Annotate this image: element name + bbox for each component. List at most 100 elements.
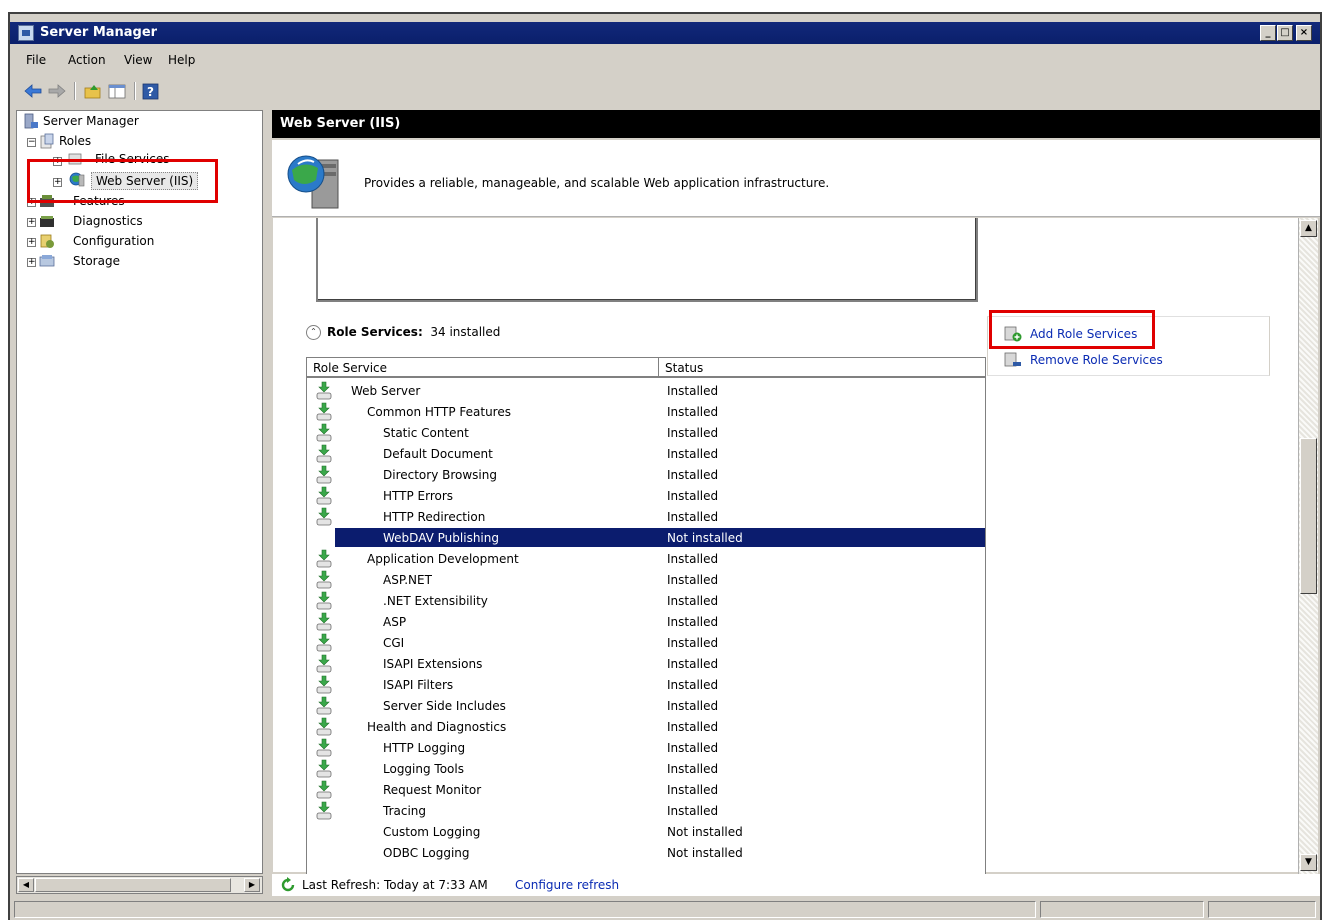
table-row[interactable]: HTTP Logging Installed xyxy=(307,737,985,758)
content-vertical-scrollbar[interactable]: ▲ ▼ xyxy=(1298,218,1318,874)
table-row[interactable]: Common HTTP Features Installed xyxy=(307,401,985,422)
scroll-thumb[interactable] xyxy=(1300,438,1317,594)
collapse-icon[interactable]: − xyxy=(27,138,36,147)
expand-icon[interactable]: + xyxy=(27,258,36,267)
role-service-status: Installed xyxy=(667,447,719,461)
role-service-status: Not installed xyxy=(667,825,743,839)
table-row[interactable]: Server Side Includes Installed xyxy=(307,695,985,716)
table-row[interactable]: Directory Browsing Installed xyxy=(307,464,985,485)
role-service-name: ASP.NET xyxy=(383,573,432,587)
table-row[interactable]: ISAPI Filters Installed xyxy=(307,674,985,695)
tree-item-configuration[interactable]: Configuration xyxy=(73,234,154,248)
up-folder-icon[interactable] xyxy=(82,81,104,101)
remove-role-services-link[interactable]: Remove Role Services xyxy=(1030,353,1163,367)
column-header-role-service[interactable]: Role Service xyxy=(307,358,659,378)
role-service-name: Tracing xyxy=(383,804,427,818)
status-bar xyxy=(10,898,1320,920)
installed-icon xyxy=(316,612,332,631)
scroll-right-icon[interactable]: ▶ xyxy=(244,878,260,892)
toolbar-separator xyxy=(134,82,136,100)
role-service-name: Static Content xyxy=(383,426,469,440)
role-service-name: Directory Browsing xyxy=(383,468,497,482)
role-service-status: Not installed xyxy=(667,531,743,545)
installed-icon xyxy=(316,654,332,673)
role-service-status: Installed xyxy=(667,636,719,650)
configure-refresh-link[interactable]: Configure refresh xyxy=(515,878,619,892)
table-row[interactable]: Web Server Installed xyxy=(307,380,985,401)
table-row[interactable]: Application Development Installed xyxy=(307,548,985,569)
forward-arrow-icon[interactable] xyxy=(46,81,68,101)
back-arrow-icon[interactable] xyxy=(22,81,44,101)
menu-view[interactable]: View xyxy=(124,53,152,67)
role-service-name: Health and Diagnostics xyxy=(367,720,507,734)
role-service-name: Custom Logging xyxy=(383,825,481,839)
table-row[interactable]: Default Document Installed xyxy=(307,443,985,464)
table-row[interactable]: WebDAV Publishing Not installed xyxy=(307,527,985,548)
role-service-status: Installed xyxy=(667,678,719,692)
collapse-section-icon[interactable]: ⌃ xyxy=(306,325,321,340)
content-header: Web Server (IIS) xyxy=(272,110,1320,138)
tree-horizontal-scrollbar[interactable]: ◀ ▶ xyxy=(16,876,263,894)
scroll-up-icon[interactable]: ▲ xyxy=(1300,220,1317,237)
refresh-icon[interactable] xyxy=(280,877,296,893)
tree-item-roles[interactable]: Roles xyxy=(59,134,91,148)
tree-item-server-manager[interactable]: Server Manager xyxy=(43,114,139,128)
installed-icon xyxy=(316,570,332,589)
table-row[interactable]: ODBC Logging Not installed xyxy=(307,842,985,863)
table-row[interactable]: CGI Installed xyxy=(307,632,985,653)
installed-icon xyxy=(316,717,332,736)
role-service-status: Installed xyxy=(667,720,719,734)
title-bar[interactable]: Server Manager _ □ × xyxy=(10,22,1320,44)
navigation-tree: Server Manager − Roles + File Services +… xyxy=(16,110,263,874)
scroll-down-icon[interactable]: ▼ xyxy=(1300,854,1317,871)
role-service-name: HTTP Redirection xyxy=(383,510,486,524)
role-service-name: Application Development xyxy=(367,552,519,566)
table-row[interactable]: ASP.NET Installed xyxy=(307,569,985,590)
role-service-status: Installed xyxy=(667,783,719,797)
role-services-table: Role Service Status Web Server Installed C… xyxy=(306,357,986,874)
svg-text:?: ? xyxy=(147,85,154,99)
menu-file[interactable]: File xyxy=(26,53,46,67)
role-service-status: Installed xyxy=(667,468,719,482)
status-cell xyxy=(1208,901,1316,918)
table-row[interactable]: Health and Diagnostics Installed xyxy=(307,716,985,737)
page-title: Web Server (IIS) xyxy=(280,116,401,131)
installed-icon xyxy=(316,738,332,757)
column-header-status[interactable]: Status xyxy=(659,358,985,378)
role-service-status: Installed xyxy=(667,573,719,587)
events-frame xyxy=(316,218,978,302)
expand-icon[interactable]: + xyxy=(27,218,36,227)
table-row[interactable]: HTTP Errors Installed xyxy=(307,485,985,506)
minimize-button[interactable]: _ xyxy=(1260,25,1276,41)
table-row[interactable]: ISAPI Extensions Installed xyxy=(307,653,985,674)
table-row[interactable]: Custom Logging Not installed xyxy=(307,821,985,842)
menu-action[interactable]: Action xyxy=(68,53,106,67)
tree-item-diagnostics[interactable]: Diagnostics xyxy=(73,214,143,228)
table-row[interactable]: ASP Installed xyxy=(307,611,985,632)
help-icon[interactable]: ? xyxy=(140,81,162,101)
table-row[interactable]: Tracing Installed xyxy=(307,800,985,821)
scroll-left-icon[interactable]: ◀ xyxy=(18,878,34,892)
installed-icon xyxy=(316,696,332,715)
table-row[interactable]: .NET Extensibility Installed xyxy=(307,590,985,611)
role-service-name: WebDAV Publishing xyxy=(383,531,499,545)
role-service-status: Installed xyxy=(667,384,719,398)
menu-bar: File Action View Help xyxy=(10,47,1320,71)
installed-icon xyxy=(316,633,332,652)
role-service-name: Web Server xyxy=(351,384,421,398)
show-hide-pane-icon[interactable] xyxy=(106,81,128,101)
scroll-thumb[interactable] xyxy=(35,878,231,892)
installed-icon xyxy=(316,549,332,568)
menu-help[interactable]: Help xyxy=(168,53,195,67)
table-row[interactable]: Request Monitor Installed xyxy=(307,779,985,800)
maximize-button[interactable]: □ xyxy=(1277,25,1293,41)
installed-icon xyxy=(316,591,332,610)
expand-icon[interactable]: + xyxy=(27,238,36,247)
table-row[interactable]: Static Content Installed xyxy=(307,422,985,443)
role-service-status: Installed xyxy=(667,741,719,755)
close-button[interactable]: × xyxy=(1296,25,1312,41)
table-row[interactable]: HTTP Redirection Installed xyxy=(307,506,985,527)
tree-item-storage[interactable]: Storage xyxy=(73,254,120,268)
role-service-name: .NET Extensibility xyxy=(383,594,488,608)
table-row[interactable]: Logging Tools Installed xyxy=(307,758,985,779)
